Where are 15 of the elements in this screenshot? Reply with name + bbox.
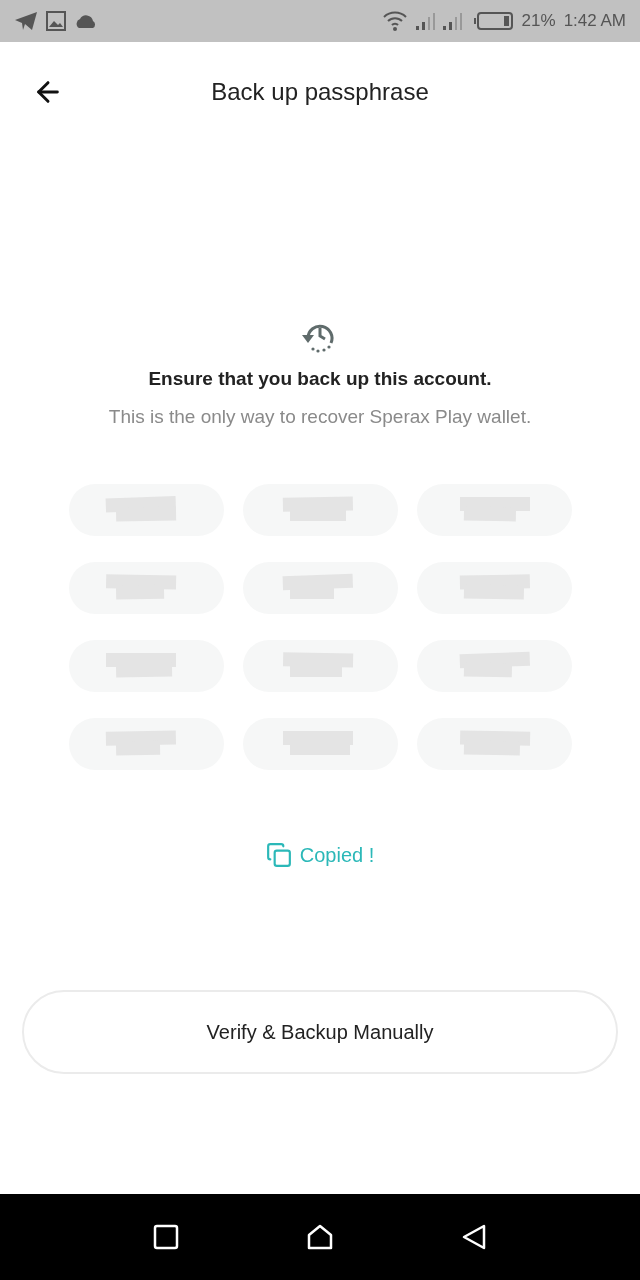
wifi-icon xyxy=(381,10,408,32)
home-icon[interactable] xyxy=(306,1223,334,1251)
verify-backup-button[interactable]: Verify & Backup Manually xyxy=(22,990,618,1074)
image-icon xyxy=(46,11,66,31)
page-title: Back up passphrase xyxy=(211,78,429,106)
clock-time: 1:42 AM xyxy=(563,11,626,31)
battery-percent: 21% xyxy=(521,11,556,31)
notice-heading: Ensure that you back up this account. xyxy=(148,368,492,390)
recent-apps-icon[interactable] xyxy=(153,1224,180,1250)
back-icon[interactable] xyxy=(460,1223,487,1251)
notice-text: This is the only way to recover Sperax Play wallet. xyxy=(108,406,532,428)
battery-icon xyxy=(473,12,514,30)
cloud-icon xyxy=(74,13,98,29)
send-icon xyxy=(14,11,38,31)
copy-status: Copied ! xyxy=(299,843,375,867)
